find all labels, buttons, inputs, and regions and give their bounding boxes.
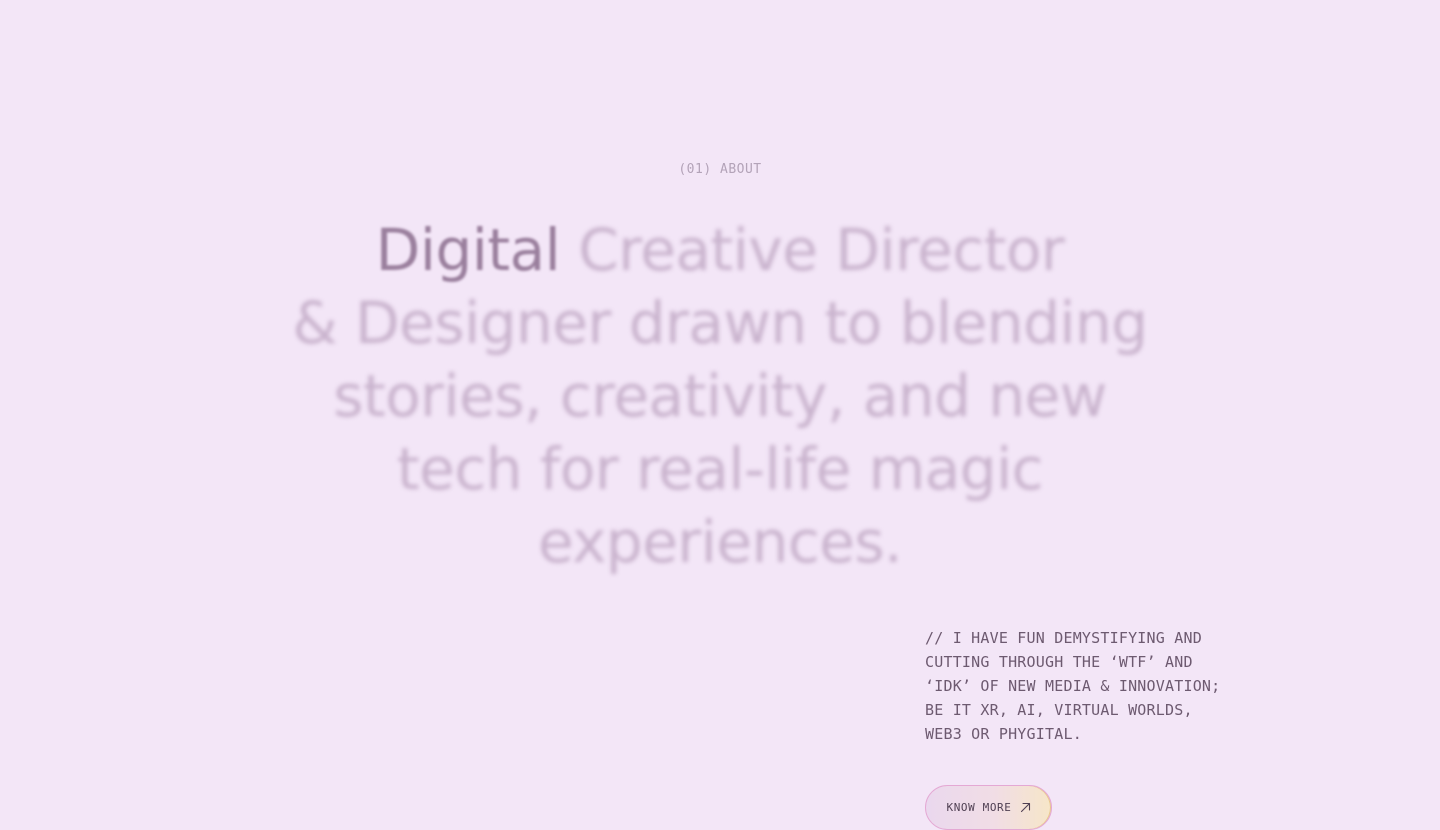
headline-line-1: Digital Creative Director (290, 214, 1150, 287)
blurb-line-3: ‘IDK’ OF NEW MEDIA & INNOVATION; (925, 677, 1221, 695)
blurb-line-4: BE IT XR, AI, VIRTUAL WORLDS, (925, 701, 1193, 719)
blurb-line-1: // I HAVE FUN DEMYSTIFYING AND (925, 629, 1202, 647)
headline-line-4: tech for real-life magic (396, 435, 1044, 503)
headline-line-5: experiences. (537, 508, 903, 576)
blurb-line-2: CUTTING THROUGH THE ‘WTF’ AND (925, 653, 1193, 671)
headline-highlight: Digital (375, 216, 561, 284)
know-more-button[interactable]: KNOW MORE (925, 785, 1052, 830)
about-blurb: // I HAVE FUN DEMYSTIFYING AND CUTTING T… (925, 626, 1255, 746)
arrow-up-right-icon (1020, 802, 1031, 813)
know-more-label: KNOW MORE (946, 801, 1012, 814)
about-headline: Digital Creative Director & Designer dra… (290, 214, 1150, 579)
headline-line-2: & Designer drawn to blending (292, 289, 1148, 357)
section-label: (01) ABOUT (678, 162, 762, 177)
headline-line-3: stories, creativity, and new (333, 362, 1107, 430)
headline-line-1-rest: Creative Director (560, 216, 1065, 284)
blurb-line-5: WEB3 OR PHYGITAL. (925, 725, 1082, 743)
